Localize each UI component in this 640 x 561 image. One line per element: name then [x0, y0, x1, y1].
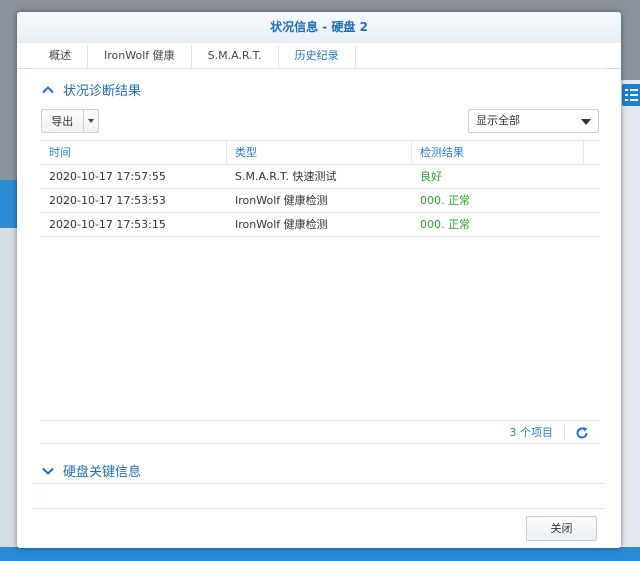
- status-section-header[interactable]: 状况诊断结果: [41, 80, 141, 99]
- desktop-background-panel: [0, 228, 17, 561]
- caret-down-icon: [87, 119, 94, 123]
- health-info-dialog: 状况信息 - 硬盘 2 概述 IronWolf 健康 S.M.A.R.T. 历史…: [17, 12, 621, 548]
- list-view-icon[interactable]: [622, 84, 640, 106]
- cell-result: 000. 正常: [420, 218, 470, 231]
- filter-select-value: 显示全部: [476, 114, 520, 127]
- export-label: 导出: [51, 115, 74, 128]
- table-row[interactable]: 2020-10-17 17:53:53 IronWolf 健康检测 000. 正…: [41, 189, 599, 213]
- desktop-background-strip: [0, 180, 17, 228]
- cell-time: 2020-10-17 17:53:15: [49, 218, 166, 231]
- item-count: 3 个项目: [509, 426, 554, 439]
- column-header-time[interactable]: 时间: [41, 141, 227, 164]
- cell-time: 2020-10-17 17:57:55: [49, 170, 166, 183]
- footer-separator: [564, 425, 565, 441]
- column-header-spacer: [584, 141, 599, 164]
- tab-divider: [33, 68, 605, 69]
- tab-history[interactable]: 历史纪录: [279, 45, 356, 68]
- close-button[interactable]: 关闭: [526, 516, 597, 541]
- tab-bar: 概述 IronWolf 健康 S.M.A.R.T. 历史纪录: [17, 43, 621, 69]
- filter-select[interactable]: 显示全部: [468, 109, 599, 133]
- dialog-title: 状况信息 - 硬盘 2: [17, 12, 621, 43]
- refresh-icon[interactable]: [575, 426, 589, 440]
- key-info-section-title: 硬盘关键信息: [63, 465, 142, 480]
- cell-time: 2020-10-17 17:53:53: [49, 194, 166, 207]
- tab-overview[interactable]: 概述: [33, 45, 88, 68]
- status-section-title: 状况诊断结果: [63, 84, 142, 99]
- cell-type: IronWolf 健康检测: [235, 194, 328, 207]
- cell-type: S.M.A.R.T. 快速测试: [235, 170, 337, 183]
- column-header-type[interactable]: 类型: [227, 141, 412, 164]
- desktop-taskbar: [0, 547, 640, 561]
- footer-divider: [33, 508, 605, 509]
- cell-result: 000. 正常: [420, 194, 470, 207]
- grid-footer: 3 个项目: [41, 420, 599, 444]
- desktop-background-panel-right: [620, 80, 640, 560]
- key-info-section-header[interactable]: 硬盘关键信息: [41, 461, 141, 480]
- history-grid: 时间 类型 检测结果 2020-10-17 17:57:55 S.M.A.R.T…: [41, 140, 599, 446]
- export-button[interactable]: 导出: [41, 109, 99, 133]
- table-row[interactable]: 2020-10-17 17:57:55 S.M.A.R.T. 快速测试 良好: [41, 165, 599, 189]
- cell-type: IronWolf 健康检测: [235, 218, 328, 231]
- table-row[interactable]: 2020-10-17 17:53:15 IronWolf 健康检测 000. 正…: [41, 213, 599, 237]
- export-dropdown-toggle[interactable]: [82, 110, 98, 132]
- cell-result: 良好: [420, 170, 442, 183]
- column-header-result[interactable]: 检测结果: [412, 141, 584, 164]
- tab-ironwolf-health[interactable]: IronWolf 健康: [88, 45, 192, 68]
- tab-smart[interactable]: S.M.A.R.T.: [192, 45, 279, 68]
- chevron-up-icon: [42, 85, 54, 93]
- grid-header: 时间 类型 检测结果: [41, 141, 599, 165]
- caret-down-icon: [581, 119, 591, 125]
- chevron-down-icon: [42, 467, 54, 475]
- section-divider: [33, 483, 605, 484]
